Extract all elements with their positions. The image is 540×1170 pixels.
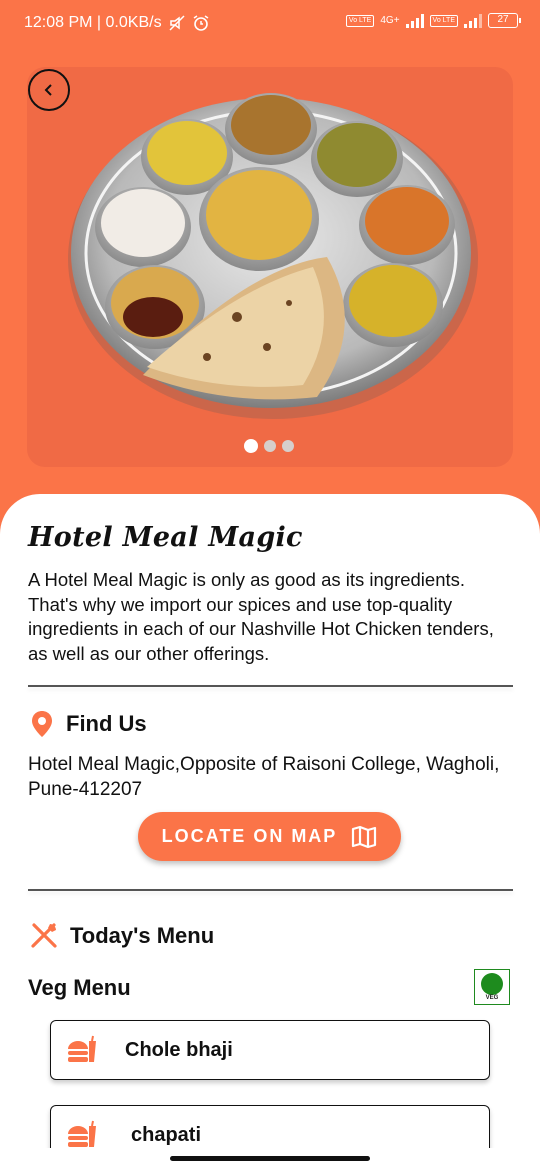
- back-arrow-icon: [44, 84, 52, 96]
- back-button[interactable]: [28, 69, 70, 111]
- carousel-dot-3[interactable]: [282, 440, 294, 452]
- menu-item[interactable]: Chole bhaji: [50, 1020, 490, 1080]
- location-pin-icon: [32, 711, 52, 737]
- thali-illustration: [68, 93, 478, 419]
- alarm-icon: [193, 15, 208, 31]
- mute-icon: [169, 15, 185, 31]
- veg-menu-title: Veg Menu: [28, 975, 131, 1000]
- food-icon: [68, 1120, 96, 1147]
- veg-badge-icon: VEG: [474, 969, 510, 1005]
- hero-image: [27, 67, 513, 467]
- home-indicator[interactable]: [170, 1156, 370, 1161]
- volte-badge: Vo LTE: [345, 14, 375, 27]
- map-icon: [352, 825, 377, 848]
- status-left: 12:08 PM | 0.0KB/s: [24, 14, 210, 32]
- carousel-indicator: [244, 439, 294, 453]
- address-text: Hotel Meal Magic,Opposite of Raisoni Col…: [28, 754, 500, 800]
- divider-2: [28, 889, 513, 891]
- locate-on-map-label: LOCATE ON MAP: [161, 826, 338, 846]
- menu-item-name: chapati: [131, 1123, 202, 1146]
- battery-icon: 27: [488, 13, 521, 28]
- veg-dot: [481, 973, 503, 995]
- locate-on-map-button[interactable]: LOCATE ON MAP: [138, 812, 401, 861]
- status-time: 12:08 PM | 0.0KB/s: [24, 14, 162, 31]
- todays-menu-title: Today's Menu: [70, 923, 215, 948]
- status-bar: 12:08 PM | 0.0KB/s Vo LTE 4G+ Vo LTE 27: [0, 0, 540, 50]
- carousel-dot-2[interactable]: [264, 440, 276, 452]
- network-type: 4G+: [380, 15, 400, 26]
- todays-menu-heading: Today's Menu: [30, 922, 214, 950]
- menu-item-name: Chole bhaji: [125, 1038, 233, 1061]
- find-us-heading: Find Us: [30, 710, 147, 738]
- volte-badge-2: Vo LTE: [429, 14, 458, 27]
- restaurant-name: Hotel Meal Magic: [28, 522, 303, 553]
- restaurant-description: A Hotel Meal Magic is only as good as it…: [28, 569, 494, 664]
- find-us-title: Find Us: [66, 711, 147, 736]
- signal-icon-2: [464, 13, 482, 28]
- food-icon: [68, 1035, 96, 1062]
- signal-icon: [405, 13, 424, 28]
- cutlery-icon: [31, 923, 57, 948]
- veg-badge-label: VEG: [485, 995, 499, 1001]
- carousel-dot-1[interactable]: [244, 439, 258, 453]
- status-right: Vo LTE 4G+ Vo LTE 27: [345, 13, 521, 28]
- divider-1: [28, 685, 513, 687]
